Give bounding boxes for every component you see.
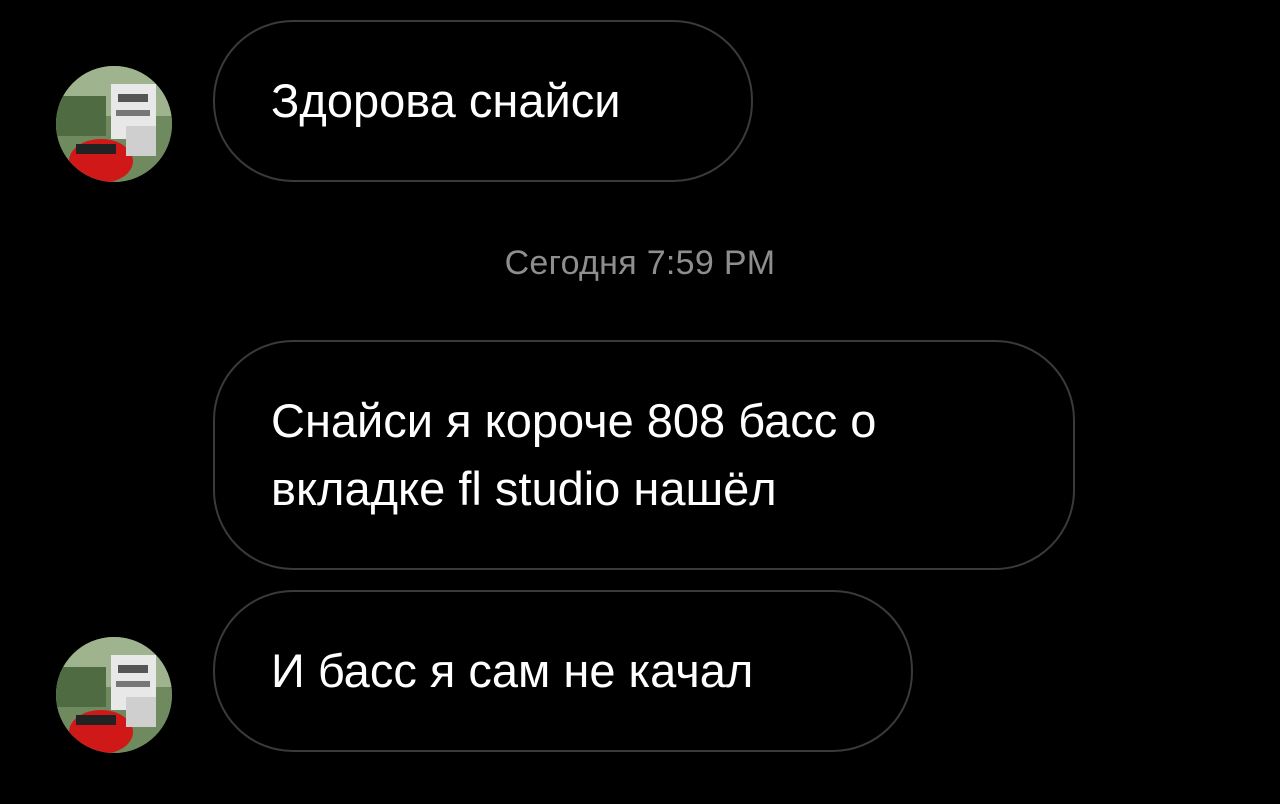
sender-avatar[interactable]	[56, 66, 172, 182]
message-bubble[interactable]: Снайси я короче 808 басс о вкладке fl st…	[213, 340, 1075, 570]
message-bubble[interactable]: Здорова снайси	[213, 20, 753, 182]
chat-thread: Здорова снайси Сегодня 7:59 PM Снайси я …	[0, 0, 1280, 804]
message-text: Снайси я короче 808 басс о вкладке fl st…	[271, 394, 877, 515]
message-text: Здорова снайси	[271, 74, 621, 127]
message-text: И басс я сам не качал	[271, 644, 754, 697]
sender-avatar[interactable]	[56, 637, 172, 753]
user-avatar-photo-icon	[56, 66, 172, 182]
message-bubble[interactable]: И басс я сам не качал	[213, 590, 913, 752]
user-avatar-photo-icon	[56, 637, 172, 753]
timestamp-separator: Сегодня 7:59 PM	[504, 244, 776, 282]
